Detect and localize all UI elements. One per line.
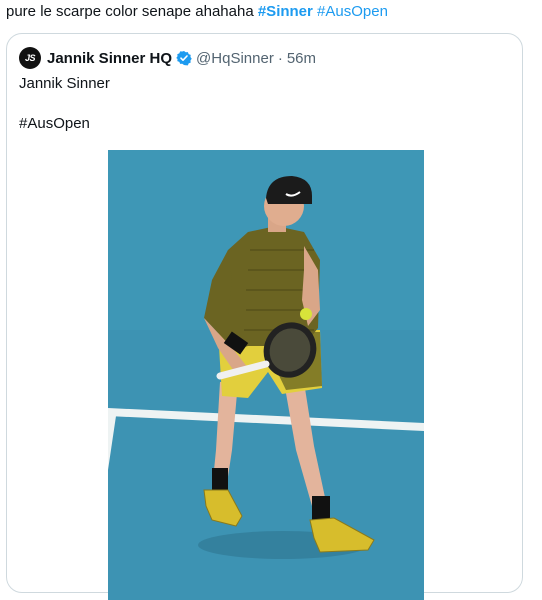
hashtag-sinner[interactable]: #Sinner: [258, 3, 313, 20]
quote-header: JS Jannik Sinner HQ @HqSinner · 56m: [19, 46, 316, 70]
avatar[interactable]: JS: [19, 47, 41, 69]
tennis-photo-illustration: [108, 150, 424, 600]
tennis-photo[interactable]: [108, 150, 424, 600]
verified-badge-icon: [176, 51, 192, 66]
avatar-text: JS: [24, 53, 36, 63]
quote-text-line-1: Jannik Sinner: [19, 75, 110, 92]
tweet-text: pure le scarpe color senape ahahaha #Sin…: [6, 2, 388, 22]
quoted-tweet-card[interactable]: JS Jannik Sinner HQ @HqSinner · 56m Jann…: [6, 33, 523, 600]
handle[interactable]: @HqSinner: [196, 50, 274, 67]
separator-dot: ·: [277, 49, 283, 67]
display-name[interactable]: Jannik Sinner HQ: [47, 50, 172, 67]
quote-hashtag[interactable]: #AusOpen: [19, 114, 90, 134]
hashtag-ausopen[interactable]: #AusOpen: [317, 3, 388, 20]
timestamp[interactable]: 56m: [287, 50, 316, 67]
tweet-body: pure le scarpe color senape ahahaha: [6, 3, 258, 20]
